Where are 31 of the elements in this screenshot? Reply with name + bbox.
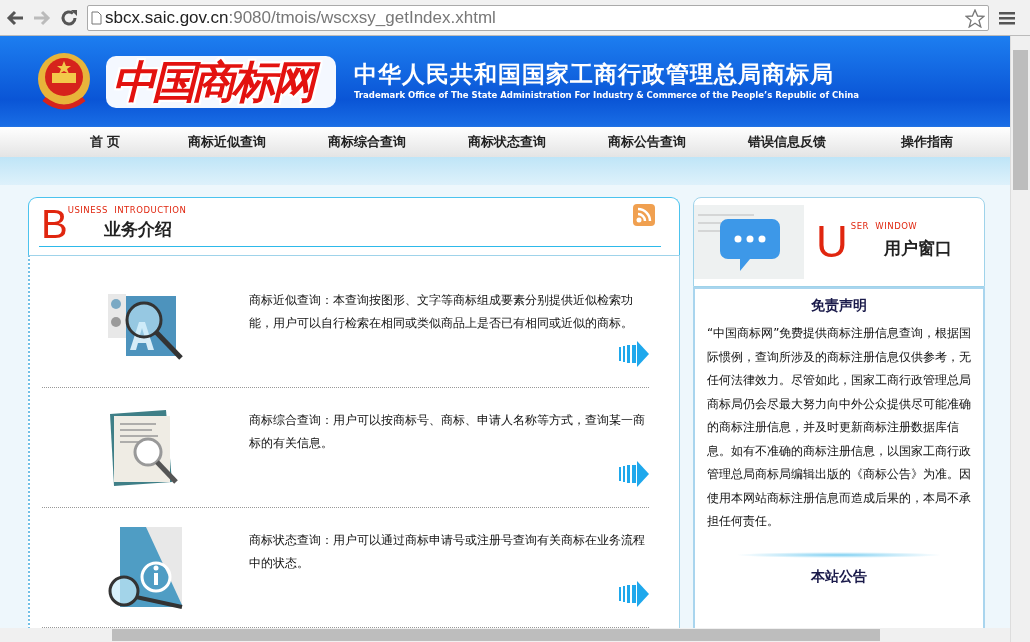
heading-initial: U — [816, 220, 848, 264]
nav-link[interactable]: 商标状态查询 — [437, 127, 577, 157]
page-icon — [91, 10, 102, 25]
disclaimer-text: “中国商标网”免费提供商标注册信息查询，根据国际惯例，查询所涉及的商标注册信息仅供参考，无任何法律效力。尽管如此，国家工商行政管理总局商标局仍会尽最大努力向中外公众提供尽可能准确的商标注册信息，并及时更新商标注册数据库信息。如有不准确的商标注册信息，以国家工商行政管理总局商标局编辑出版的《商标公告》为准。因使用本网站商标注册信息而造成后果的，本局不承担任何责任。 — [706, 325, 973, 530]
address-bar[interactable]: sbcx.saic.gov.cn:9080/tmois/wscxsy_getIndex.xhtml — [87, 4, 989, 31]
site-logo-text: 中国商标网 — [106, 55, 336, 108]
service-description: 商标状态查询：用户可以通过商标申请号或注册号查询有关商标在业务流程中的状态。 — [249, 531, 646, 572]
arrow-icon[interactable] — [617, 340, 649, 367]
arrow-icon[interactable] — [617, 460, 649, 487]
nav-link[interactable]: 商标综合查询 — [297, 127, 437, 157]
nav-link[interactable]: 首 页 — [70, 127, 140, 157]
service-description: 商标综合查询：用户可以按商标号、商标、申请人名称等方式，查询某一商标的有关信息。 — [249, 411, 646, 452]
heading-english: USINESS INTRODUCTION — [67, 204, 187, 215]
heading-english: SER WINDOW — [850, 220, 919, 233]
notice-title: 本站公告 — [810, 566, 868, 586]
bookmark-star-icon[interactable] — [965, 8, 985, 28]
service-description: 商标近似查询：本查询按图形、文字等商标组成要素分别提供近似检索功能，用户可以自行检索在相同或类似商品上是否已有相同或近似的商标。 — [249, 291, 634, 332]
nav-link[interactable]: 错误信息反馈 — [717, 127, 857, 157]
nav-link[interactable]: 商标公告查询 — [577, 127, 717, 157]
disclaimer-title: 免责声明 — [810, 296, 868, 315]
rss-icon[interactable] — [633, 204, 655, 226]
heading-initial: B — [41, 204, 68, 244]
horizontal-scrollbar[interactable] — [0, 628, 1010, 642]
arrow-icon[interactable] — [617, 580, 649, 607]
site-subtitle: Trademark Office of The State Administration For Industry & Commerce of the People’s Republic of China — [354, 88, 860, 102]
vertical-scrollbar[interactable] — [1010, 36, 1030, 642]
nav-link[interactable]: 商标近似查询 — [157, 127, 297, 157]
panel-heading: 业务介绍 — [103, 217, 173, 241]
panel-heading: 用户窗口 — [883, 236, 952, 260]
site-title: 中华人民共和国国家工商行政管理总局商标局 — [354, 61, 835, 89]
nav-link[interactable]: 操作指南 — [857, 127, 997, 157]
